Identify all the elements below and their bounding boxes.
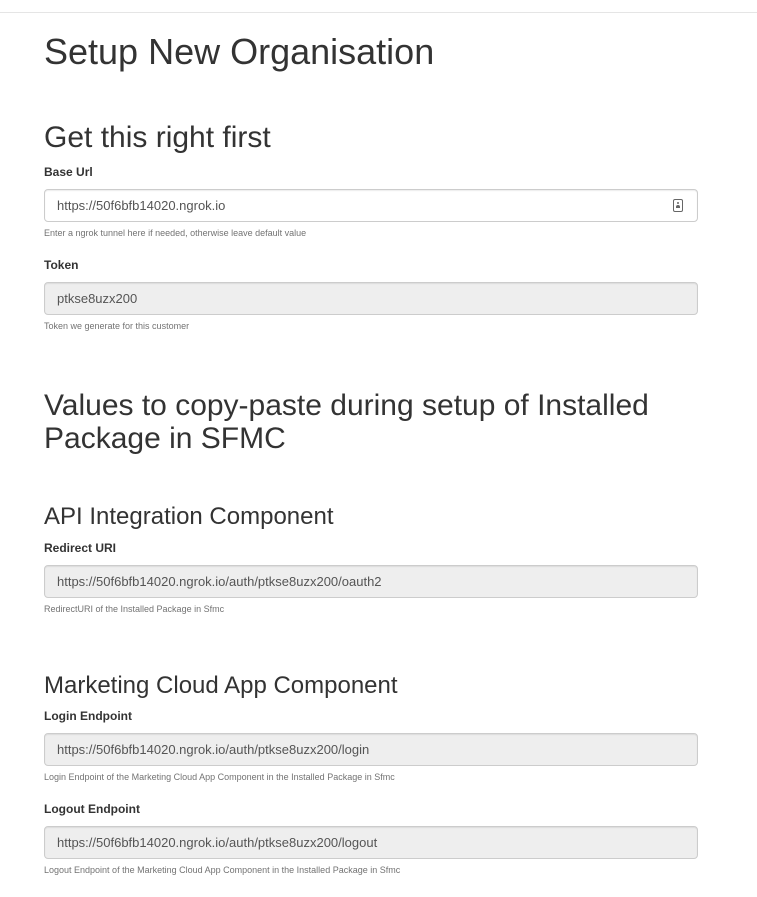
base-url-help-text: Enter a ngrok tunnel here if needed, oth… <box>44 228 307 238</box>
login-endpoint-field[interactable]: https://50f6bfb14020.ngrok.io/auth/ptkse… <box>44 733 698 766</box>
section-heading-get-this-right-first: Get this right first <box>44 121 271 154</box>
page-title: Setup New Organisation <box>44 31 435 72</box>
token-help-text: Token we generate for this customer <box>44 321 190 331</box>
logout-endpoint-value: https://50f6bfb14020.ngrok.io/auth/ptkse… <box>57 835 378 850</box>
section-heading-marketing-cloud-app-component: Marketing Cloud App Component <box>44 672 398 699</box>
contact-card-icon-body <box>676 205 680 208</box>
token-field[interactable]: ptkse8uzx200 <box>44 282 698 315</box>
logout-endpoint-label: Logout Endpoint <box>44 802 140 816</box>
copy-heading-line-1: Values to copy-paste during setup of Ins… <box>44 389 649 422</box>
base-url-input[interactable]: https://50f6bfb14020.ngrok.io <box>44 189 698 222</box>
top-divider <box>0 12 757 13</box>
token-value: ptkse8uzx200 <box>57 291 138 306</box>
redirect-uri-field[interactable]: https://50f6bfb14020.ngrok.io/auth/ptkse… <box>44 565 698 598</box>
logout-endpoint-field[interactable]: https://50f6bfb14020.ngrok.io/auth/ptkse… <box>44 826 698 859</box>
redirect-uri-label: Redirect URI <box>44 541 117 555</box>
base-url-value: https://50f6bfb14020.ngrok.io <box>57 198 226 213</box>
copy-heading-line-2: Package in SFMC <box>44 422 286 455</box>
redirect-uri-value: https://50f6bfb14020.ngrok.io/auth/ptkse… <box>57 574 382 589</box>
section-heading-api-integration-component: API Integration Component <box>44 503 334 530</box>
login-endpoint-help-text: Login Endpoint of the Marketing Cloud Ap… <box>44 772 395 782</box>
base-url-label: Base Url <box>44 165 93 179</box>
contact-card-icon[interactable] <box>673 199 683 212</box>
section-heading-copy-values: Values to copy-paste during setup of Ins… <box>44 389 649 455</box>
login-endpoint-label: Login Endpoint <box>44 709 132 723</box>
redirect-uri-help-text: RedirectURI of the Installed Package in … <box>44 604 225 614</box>
token-label: Token <box>44 258 79 272</box>
contact-card-icon-head <box>677 202 679 204</box>
logout-endpoint-help-text: Logout Endpoint of the Marketing Cloud A… <box>44 865 401 875</box>
login-endpoint-value: https://50f6bfb14020.ngrok.io/auth/ptkse… <box>57 742 370 757</box>
